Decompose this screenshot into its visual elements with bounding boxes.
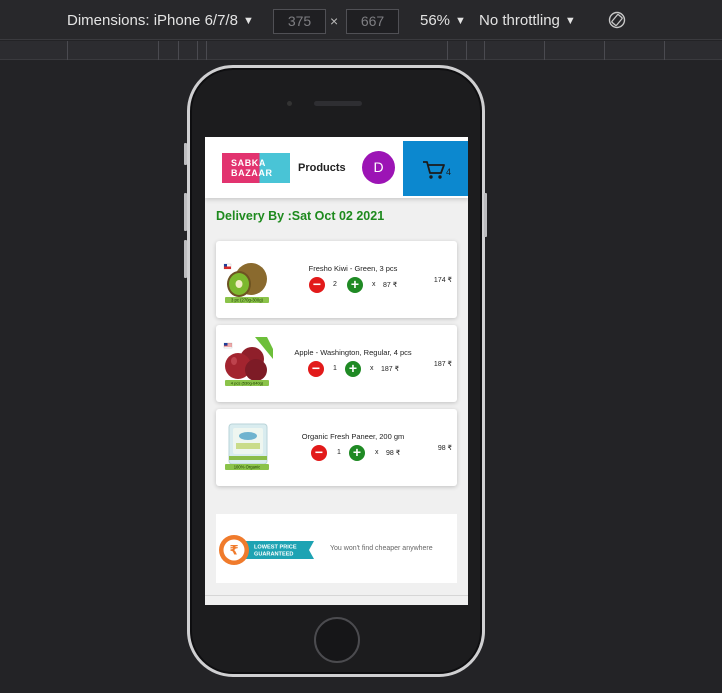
user-avatar[interactable]: D [362, 151, 395, 184]
multiply-symbol: x [372, 281, 376, 288]
line-total: 174 ₹ [433, 277, 452, 284]
product-name: Fresho Kiwi - Green, 3 pcs [308, 264, 398, 273]
zoom-select[interactable]: 56% ▼ [420, 12, 466, 29]
increase-quantity-button[interactable]: + [347, 277, 363, 293]
times-symbol: × [330, 13, 339, 29]
width-input[interactable]: 375 [273, 9, 326, 34]
quantity-value: 2 [333, 281, 337, 288]
camera [287, 101, 292, 106]
product-name: Organic Fresh Paneer, 200 gm [301, 432, 405, 441]
zoom-value: 56% [420, 12, 451, 29]
decrease-quantity-button[interactable]: − [308, 361, 324, 377]
height-input[interactable]: 667 [346, 9, 399, 34]
product-badge: 100% Organic [234, 465, 261, 470]
badge-line1: LOWEST PRICE [254, 545, 297, 551]
quantity-stepper: − 1 + x 187 ₹ [308, 361, 418, 377]
rotate-icon[interactable] [608, 11, 626, 29]
media-query-bar[interactable] [0, 41, 722, 60]
increase-quantity-button[interactable]: + [349, 445, 365, 461]
unit-price: 187 ₹ [381, 366, 400, 373]
side-button [484, 193, 487, 237]
promo-text: You won't find cheaper anywhere [330, 545, 433, 552]
product-badge: 4 pcs (530g-640g) [231, 381, 264, 386]
home-button [314, 617, 360, 663]
chevron-down-icon: ▼ [242, 15, 254, 27]
cart-item: 4 pcs (530g-640g) Apple - Washington, Re… [216, 325, 457, 402]
line-total: 187 ₹ [433, 361, 452, 368]
app-header: SABKA BAZAAR Products D 4 [205, 137, 468, 198]
product-name: Apple - Washington, Regular, 4 pcs [294, 348, 412, 357]
cart-item: 100% Organic Organic Fresh Paneer, 200 g… [216, 409, 457, 486]
increase-quantity-button[interactable]: + [345, 361, 361, 377]
decrease-quantity-button[interactable]: − [309, 277, 325, 293]
kiwi-product-image: 3 pc (270g-300g) [223, 263, 269, 303]
unit-price: 87 ₹ [383, 282, 398, 289]
quantity-value: 1 [333, 365, 337, 372]
cart-icon [423, 161, 445, 179]
device-select[interactable]: Dimensions: iPhone 6/7/8 ▼ [67, 12, 254, 29]
side-button [184, 143, 187, 165]
side-button [184, 193, 187, 231]
rupee-icon: ₹ [229, 544, 238, 559]
paneer-product-image: 100% Organic [225, 423, 269, 470]
line-total: 98 ₹ [437, 445, 452, 452]
apple-product-image: 4 pcs (530g-640g) [223, 337, 273, 386]
cart-count: 4 [446, 167, 452, 177]
speaker [314, 101, 362, 106]
lowest-price-banner: ₹ LOWEST PRICE GUARANTEED You won't find… [216, 514, 457, 583]
multiply-symbol: x [375, 449, 379, 456]
chevron-down-icon: ▼ [564, 15, 576, 27]
quantity-stepper: − 1 + x 98 ₹ [311, 445, 421, 461]
sabka-bazaar-logo[interactable]: SABKA BAZAAR [222, 153, 290, 183]
logo-text-line1: SABKA [231, 158, 267, 168]
throttling-select[interactable]: No throttling ▼ [479, 12, 576, 29]
unit-price: 98 ₹ [386, 450, 401, 457]
side-button [184, 240, 187, 278]
chevron-down-icon: ▼ [455, 15, 466, 27]
device-label: Dimensions: iPhone 6/7/8 [67, 12, 238, 29]
cart-item: 3 pc (270g-300g) Fresho Kiwi - Green, 3 … [216, 241, 457, 318]
decrease-quantity-button[interactable]: − [311, 445, 327, 461]
quantity-value: 1 [337, 449, 341, 456]
multiply-symbol: x [370, 365, 374, 372]
logo-text-line2: BAZAAR [231, 168, 273, 178]
throttling-value: No throttling [479, 12, 560, 29]
nav-products-link[interactable]: Products [298, 162, 346, 174]
app-viewport: SABKA BAZAAR Products D 4 Delivery By :S… [205, 137, 468, 605]
devtools-toolbar: Dimensions: iPhone 6/7/8 ▼ 375 × 667 56% ▼… [0, 0, 722, 40]
cart-button[interactable]: 4 [403, 141, 468, 196]
delivery-date: Delivery By :Sat Oct 02 2021 [216, 209, 385, 223]
product-badge: 3 pc (270g-300g) [231, 298, 263, 303]
divider [205, 595, 468, 596]
badge-line2: GUARANTEED [254, 552, 293, 558]
lowest-price-badge: ₹ LOWEST PRICE GUARANTEED [219, 535, 314, 565]
quantity-stepper: − 2 + x 87 ₹ [309, 277, 409, 293]
